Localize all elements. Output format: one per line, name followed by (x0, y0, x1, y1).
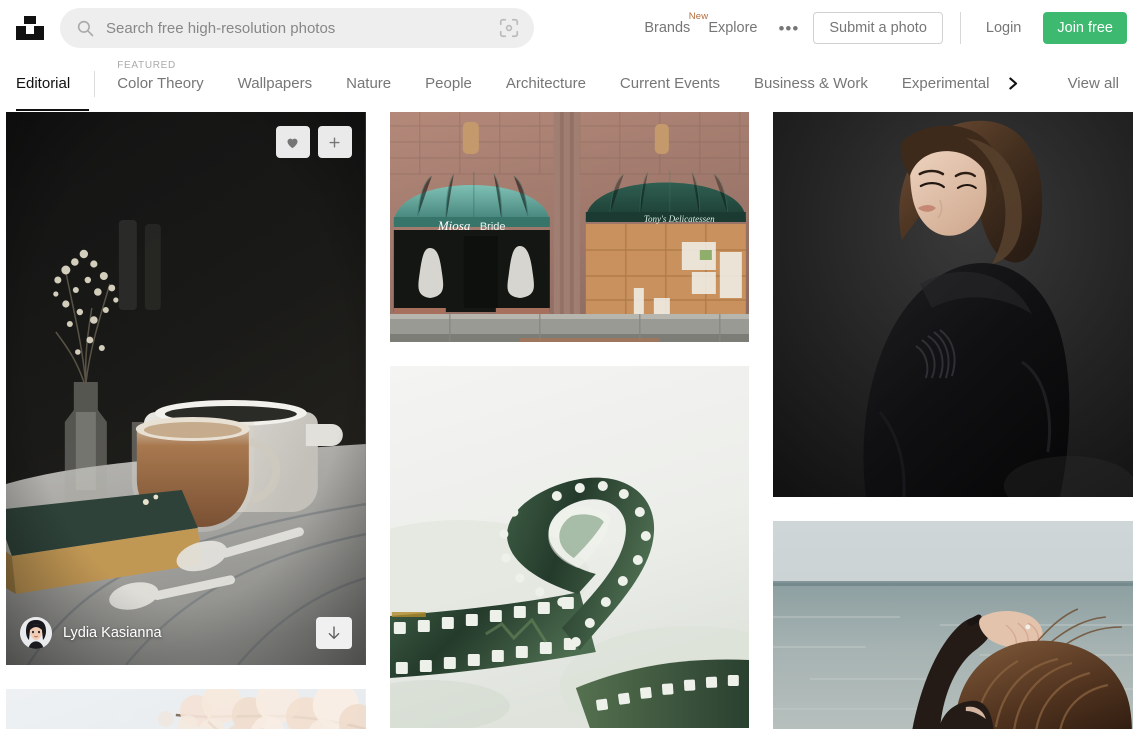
nav-brands[interactable]: Brands New (635, 21, 699, 36)
unsplash-logo[interactable] (14, 12, 46, 44)
join-free-button[interactable]: Join free (1043, 12, 1127, 44)
svg-text:Tony's Delicatessen: Tony's Delicatessen (644, 214, 715, 224)
nav-explore[interactable]: Explore (699, 21, 766, 36)
photo-image: Miosa Bride (390, 112, 750, 342)
photo-coffee-still-life[interactable]: Lydia Kasianna (6, 112, 366, 665)
category-experimental[interactable]: Experimental (902, 75, 990, 92)
login-link[interactable]: Login (976, 20, 1031, 36)
active-tab-underline (16, 109, 89, 111)
photo-portrait-black[interactable] (773, 112, 1133, 497)
featured-tag: FEATURED (117, 60, 176, 71)
grid-column-1: Lydia Kasianna (6, 112, 366, 729)
photo-image (773, 521, 1133, 729)
category-business-work[interactable]: Business & Work (754, 75, 868, 92)
header-nav: Brands New Explore ••• Submit a photo Lo… (635, 0, 1127, 56)
category-people[interactable]: People (425, 75, 472, 92)
category-nature[interactable]: Nature (346, 75, 391, 92)
editorial-tab[interactable]: Editorial (14, 56, 94, 111)
photo-actions (276, 126, 352, 158)
category-architecture[interactable]: Architecture (506, 75, 586, 92)
photo-image (390, 366, 750, 728)
category-color-theory[interactable]: FEATURED Color Theory (117, 75, 203, 92)
category-list: FEATURED Color Theory Wallpapers Nature … (95, 56, 1049, 111)
like-button[interactable] (276, 126, 310, 158)
author-name: Lydia Kasianna (63, 625, 162, 641)
photo-image (6, 112, 366, 665)
visual-search-icon[interactable] (498, 17, 520, 39)
category-wallpapers[interactable]: Wallpapers (238, 75, 312, 92)
download-arrow-icon (326, 625, 342, 641)
search-bar[interactable] (60, 8, 534, 48)
view-all-link[interactable]: View all (1050, 75, 1139, 92)
photo-image (773, 112, 1133, 497)
search-icon (76, 19, 94, 37)
editorial-label: Editorial (14, 75, 72, 92)
photo-grid: Lydia Kasianna (0, 112, 1139, 729)
grid-column-2: Miosa Bride (390, 112, 750, 729)
author-link[interactable]: Lydia Kasianna (20, 617, 162, 649)
top-header: Brands New Explore ••• Submit a photo Lo… (0, 0, 1139, 56)
category-nav: Editorial FEATURED Color Theory Wallpape… (0, 56, 1139, 112)
grid-column-3 (773, 112, 1133, 729)
category-label: Color Theory (117, 75, 203, 92)
photo-film-strip[interactable] (390, 366, 750, 728)
add-to-collection-button[interactable] (318, 126, 352, 158)
header-divider (960, 12, 961, 44)
category-current-events[interactable]: Current Events (620, 75, 720, 92)
avatar (20, 617, 52, 649)
photo-footer: Lydia Kasianna (6, 601, 366, 665)
download-button[interactable] (316, 617, 352, 649)
photo-storefront[interactable]: Miosa Bride (390, 112, 750, 342)
chevron-right-icon[interactable] (1002, 56, 1050, 111)
photo-cherry-blossom[interactable] (6, 689, 366, 729)
photo-image (6, 689, 366, 729)
plus-icon (327, 135, 342, 150)
submit-a-photo-button[interactable]: Submit a photo (813, 12, 943, 44)
photo-sea-hair[interactable] (773, 521, 1133, 729)
nav-brands-label: Brands (644, 20, 690, 36)
more-menu-icon[interactable]: ••• (766, 20, 813, 37)
heart-icon (285, 135, 300, 150)
search-input[interactable] (106, 8, 498, 48)
